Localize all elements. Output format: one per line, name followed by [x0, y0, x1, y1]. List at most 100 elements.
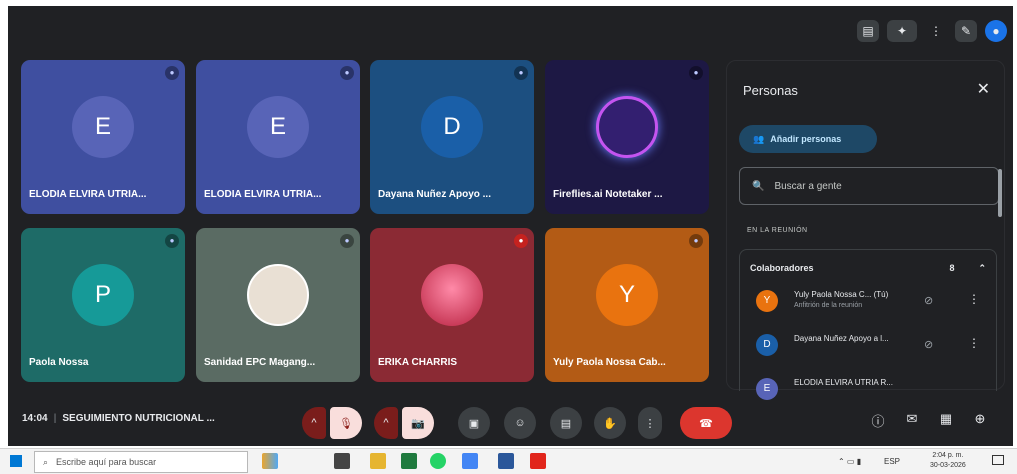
- participant-name: ELODIA ELVIRA UTRIA...: [204, 189, 322, 200]
- panel-title: Personas: [743, 83, 798, 98]
- more-icon[interactable]: ⋮: [925, 20, 947, 42]
- search-icon: ⌕: [43, 456, 49, 467]
- add-person-icon: 👥: [753, 133, 765, 144]
- effects-icon[interactable]: ✦: [887, 20, 917, 42]
- people-search-input[interactable]: 🔍 Buscar a gente: [739, 167, 999, 205]
- scrollbar[interactable]: [998, 169, 1002, 217]
- more-button[interactable]: ⋮: [638, 407, 662, 439]
- present-button[interactable]: ▣: [458, 407, 490, 439]
- file-explorer-icon[interactable]: [370, 453, 386, 469]
- mic-chevron-button[interactable]: ^: [302, 407, 326, 439]
- cam-off-button[interactable]: 📷: [402, 407, 434, 439]
- emoji-button[interactable]: ☺: [504, 407, 536, 439]
- mic-off-icon[interactable]: ⊘: [924, 294, 933, 307]
- participant-tile[interactable]: P ● Paola Nossa: [21, 228, 185, 382]
- tray-icons[interactable]: ⌃ ▭ ▮: [838, 457, 861, 466]
- taskbar-search-placeholder: Escribe aquí para buscar: [56, 457, 157, 467]
- language-indicator[interactable]: ESP: [884, 457, 900, 466]
- participant-avatar: P: [72, 263, 134, 326]
- participant-name: Paola Nossa: [29, 357, 89, 368]
- participant-name: ELODIA ELVIRA UTRIA...: [29, 189, 147, 200]
- participant-tile[interactable]: ● Sanidad EPC Magang...: [196, 228, 360, 382]
- chevron-up-icon[interactable]: ⌃: [978, 263, 986, 274]
- add-people-label: Añadir personas: [770, 134, 842, 144]
- activities-icon[interactable]: ▦: [936, 411, 956, 427]
- presentation-icon[interactable]: ▤: [857, 20, 879, 42]
- group-count: 8: [949, 263, 955, 273]
- contributors-group: Colaboradores 8 ⌃ Y Yuly Paola Nossa C...…: [739, 249, 997, 400]
- mic-status-icon: ●: [689, 234, 703, 248]
- taskbar-search-input[interactable]: ⌕ Escribe aquí para buscar: [34, 451, 248, 473]
- person-role: Anfitrión de la reunión: [794, 302, 863, 309]
- participant-name: Dayana Nuñez Apoyo ...: [378, 189, 491, 200]
- mic-off-button[interactable]: 🎙: [330, 407, 362, 439]
- chrome-icon[interactable]: [462, 453, 478, 469]
- person-avatar: E: [756, 378, 778, 400]
- participant-tile[interactable]: Y ● Yuly Paola Nossa Cab...: [545, 228, 709, 382]
- search-icon: 🔍: [752, 180, 765, 192]
- participant-avatar: D: [421, 95, 483, 158]
- leave-button[interactable]: ☎: [680, 407, 732, 439]
- participant-name: Sanidad EPC Magang...: [204, 357, 316, 368]
- calculator-icon[interactable]: [334, 453, 350, 469]
- wrench-icon[interactable]: ✎: [955, 20, 977, 42]
- mic-off-icon[interactable]: ⊘: [924, 338, 933, 351]
- person-avatar: D: [756, 334, 778, 356]
- info-icon[interactable]: ⓘ: [868, 411, 888, 430]
- windows-taskbar: ⌕ Escribe aquí para buscar ⌃ ▭ ▮ ESP 2:0…: [0, 448, 1017, 474]
- mic-status-icon: ●: [165, 66, 179, 80]
- person-name: ELODIA ELVIRA UTRIA R...: [794, 378, 893, 387]
- cam-chevron-button[interactable]: ^: [374, 407, 398, 439]
- participant-name: Yuly Paola Nossa Cab...: [553, 357, 666, 368]
- mic-status-icon: ●: [165, 234, 179, 248]
- participant-tile[interactable]: ● ERIKA CHARRIS: [370, 228, 534, 382]
- person-name: Dayana Nuñez Apoyo a l...: [794, 334, 889, 343]
- raise-hand-button[interactable]: ✋: [594, 407, 626, 439]
- screen: ▤ ✦ ⋮ ✎ ● E ● ELODIA ELVIRA UTRIA... E ● ELOD…: [0, 0, 1017, 474]
- participant-tile[interactable]: D ● Dayana Nuñez Apoyo ...: [370, 60, 534, 214]
- participant-name: ERIKA CHARRIS: [378, 357, 458, 368]
- notifications-icon[interactable]: [992, 455, 1004, 465]
- account-icon[interactable]: ●: [985, 20, 1007, 42]
- search-placeholder: Buscar a gente: [774, 180, 842, 192]
- mic-status-icon: ●: [689, 66, 703, 80]
- meeting-name: SEGUIMIENTO NUTRICIONAL ...: [62, 413, 215, 424]
- people-panel: Personas ✕ 👥 Añadir personas 🔍 Buscar a …: [726, 60, 1005, 400]
- bottom-controls: 14:04 | SEGUIMIENTO NUTRICIONAL ... ^ 🎙 ^ 📷 ▣ ☺…: [8, 399, 1013, 446]
- participant-avatar: [421, 263, 483, 326]
- participant-avatar: Y: [596, 263, 658, 326]
- participant-avatar: E: [247, 95, 309, 158]
- lock-icon[interactable]: ⊕: [970, 411, 990, 427]
- copilot-icon[interactable]: [262, 453, 278, 469]
- more-options-icon[interactable]: ⋮: [968, 336, 980, 350]
- mic-status-icon: ●: [340, 66, 354, 80]
- person-row[interactable]: D Dayana Nuñez Apoyo a l... ⊘ ⋮: [748, 330, 986, 364]
- group-header[interactable]: Colaboradores 8 ⌃: [750, 258, 986, 278]
- word-icon[interactable]: [498, 453, 514, 469]
- person-name: Yuly Paola Nossa C... (Tú): [794, 290, 889, 299]
- whatsapp-icon[interactable]: [430, 453, 446, 469]
- captions-button[interactable]: ▤: [550, 407, 582, 439]
- person-row[interactable]: Y Yuly Paola Nossa C... (Tú) Anfitrión de …: [748, 286, 986, 320]
- top-toolbar: ▤ ✦ ⋮ ✎ ●: [857, 18, 1007, 44]
- clock[interactable]: 2:04 p. m. 30-03-2026: [930, 451, 966, 471]
- clock-time: 2:04 p. m.: [932, 452, 964, 459]
- meeting-info: 14:04 | SEGUIMIENTO NUTRICIONAL ...: [22, 413, 215, 424]
- mic-status-icon: ●: [514, 66, 528, 80]
- windows-start-icon[interactable]: [10, 455, 22, 467]
- chat-icon[interactable]: ✉: [902, 411, 922, 427]
- meet-window: ▤ ✦ ⋮ ✎ ● E ● ELODIA ELVIRA UTRIA... E ● ELOD…: [8, 6, 1013, 446]
- participant-tile[interactable]: ● Fireflies.ai Notetaker ...: [545, 60, 709, 214]
- section-label: EN LA REUNIÓN: [747, 227, 808, 234]
- group-label: Colaboradores: [750, 263, 814, 273]
- add-people-button[interactable]: 👥 Añadir personas: [739, 125, 877, 153]
- mic-status-icon: ●: [514, 234, 528, 248]
- participant-avatar: [596, 95, 658, 158]
- close-icon[interactable]: ✕: [977, 79, 990, 99]
- participant-tile[interactable]: E ● ELODIA ELVIRA UTRIA...: [21, 60, 185, 214]
- more-options-icon[interactable]: ⋮: [968, 292, 980, 306]
- excel-icon[interactable]: [401, 453, 417, 469]
- participant-name: Fireflies.ai Notetaker ...: [553, 189, 663, 200]
- participant-tile[interactable]: E ● ELODIA ELVIRA UTRIA...: [196, 60, 360, 214]
- pdf-icon[interactable]: [530, 453, 546, 469]
